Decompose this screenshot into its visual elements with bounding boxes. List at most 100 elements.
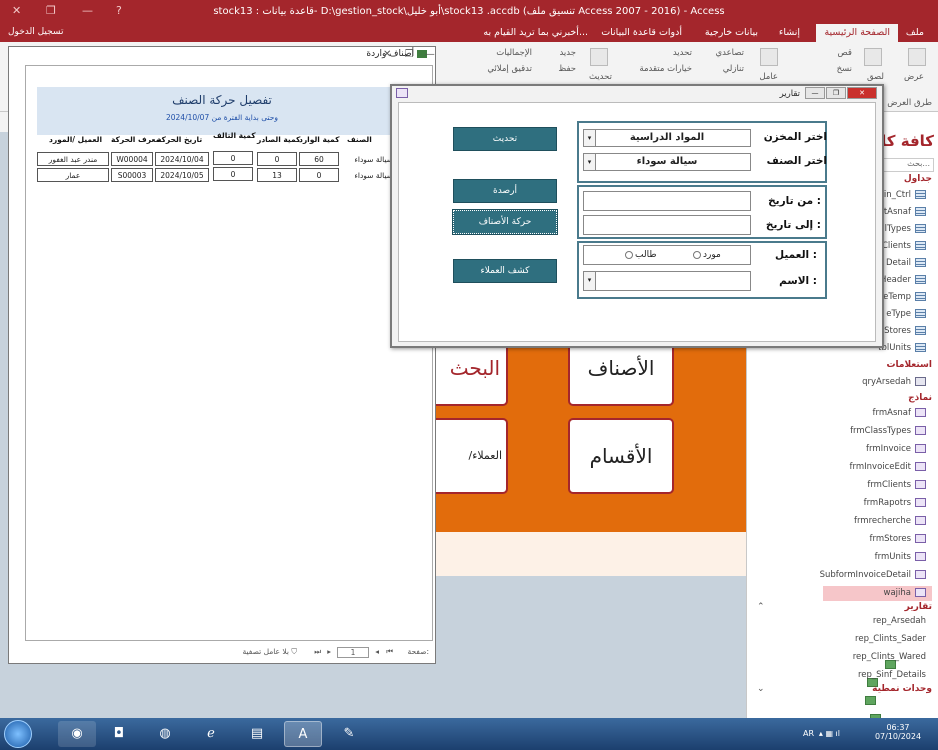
expand-chevron-icon[interactable]: ⌄ (757, 684, 765, 694)
clients-statement-button[interactable]: كشف العملاء (453, 259, 557, 283)
advanced-button[interactable]: خيارات متقدمة (639, 64, 692, 74)
nav-form-item[interactable]: SubformInvoiceDetail (820, 568, 926, 583)
refresh-icon[interactable] (590, 48, 608, 66)
nav-table-item[interactable]: eType (886, 307, 926, 322)
signin-link[interactable]: تسجيل الدخول (8, 27, 63, 37)
refresh-all-button[interactable]: تحديث (589, 72, 612, 82)
next-page-icon[interactable]: ▸ (327, 647, 331, 656)
chevron-down-icon[interactable]: ▾ (584, 130, 596, 146)
nav-form-item[interactable]: frmInvoiceEdit (850, 460, 926, 475)
language-indicator[interactable]: AR (803, 729, 814, 738)
nav-report-item[interactable]: rep_Clints_Sader (855, 632, 926, 687)
minimize-window-icon[interactable]: — (425, 49, 435, 60)
access-icon[interactable]: A (284, 721, 322, 747)
tab-external-data[interactable]: بيانات خارجية (705, 27, 758, 38)
chevron-down-icon[interactable]: ▾ (584, 154, 596, 170)
chrome-icon[interactable]: ◉ (58, 721, 96, 747)
close-window-icon[interactable]: ✕ (847, 87, 877, 99)
tab-database-tools[interactable]: أدوات قاعدة البيانات (601, 27, 682, 38)
nav-report-item[interactable]: rep_Sinf_Details (858, 668, 926, 723)
nav-form-item[interactable]: frmStores (869, 532, 926, 547)
items-movement-button[interactable]: حركة الأصناف (452, 209, 558, 235)
view-button[interactable]: عرض (904, 72, 924, 82)
nav-table-item[interactable]: tblUnits (878, 341, 926, 356)
nav-query-item[interactable]: qryArsedah (862, 375, 926, 390)
nav-table-item[interactable]: Detail (886, 256, 926, 271)
paint-icon[interactable]: ✎ (330, 721, 368, 747)
tell-me-search[interactable]: أخبرني بما تريد القيام به... (483, 27, 588, 38)
close-window-icon[interactable]: ✕ (383, 49, 391, 60)
nav-form-item[interactable]: frmInvoice (866, 442, 926, 457)
nav-section-tables[interactable]: جداول (904, 174, 932, 184)
item-select[interactable]: ▾ سيالة سوداء (583, 153, 751, 171)
nav-pane-header[interactable]: كافة كا (881, 132, 934, 150)
minimize-window-icon[interactable]: — (805, 87, 825, 99)
supplier-radio[interactable]: مورد (693, 250, 721, 260)
nav-table-item[interactable]: in_Ctrl (884, 188, 926, 203)
tab-home[interactable]: الصفحة الرئيسية (816, 24, 898, 42)
nav-form-item[interactable]: frmRapotrs (864, 496, 926, 511)
prev-page-icon[interactable]: ◂ (375, 647, 379, 656)
collapse-chevron-icon[interactable]: ⌃ (757, 602, 765, 612)
selection-button[interactable]: تحديد (673, 48, 692, 58)
nav-form-item[interactable]: frmUnits (875, 550, 926, 565)
nav-section-queries[interactable]: استعلامات (886, 360, 932, 370)
nav-report-item[interactable]: rep_Clints_Wared (853, 650, 926, 705)
nav-table-item[interactable]: Stores (884, 324, 926, 339)
totals-button[interactable]: الإجماليات (496, 48, 532, 58)
nav-report-item[interactable]: rep_Arsedah (873, 614, 926, 669)
nav-form-item[interactable]: frmrecherche (854, 514, 926, 529)
cut-button[interactable]: قص (838, 48, 852, 58)
nav-table-item[interactable]: eTemp (883, 290, 926, 305)
sort-descending-button[interactable]: تنازلي (723, 64, 744, 74)
save-record-button[interactable]: حفظ (558, 64, 576, 74)
start-button[interactable] (4, 720, 32, 748)
balances-button[interactable]: أرصدة (453, 179, 557, 203)
filter-button[interactable]: عامل (759, 72, 778, 82)
explorer-icon[interactable]: ▤ (238, 721, 276, 747)
nav-section-forms[interactable]: نماذج (908, 393, 932, 403)
restore-window-icon[interactable]: ❐ (405, 49, 414, 60)
view-icon[interactable] (908, 48, 926, 66)
firefox-icon[interactable]: ◍ (146, 721, 184, 747)
tab-file[interactable]: ملف (906, 27, 924, 38)
last-page-icon[interactable]: ⏮ (386, 647, 393, 657)
student-radio[interactable]: طالب (625, 250, 657, 260)
restore-window-icon[interactable]: ❐ (826, 87, 846, 99)
nav-table-item[interactable]: Clients (882, 239, 926, 254)
new-record-button[interactable]: جديد (559, 48, 576, 58)
spelling-button[interactable]: تدقيق إملائي (487, 64, 532, 74)
nav-form-item[interactable]: frmAsnaf (873, 406, 926, 421)
name-select[interactable]: ▾ (583, 271, 751, 291)
nav-form-item-selected[interactable]: wajiha (823, 586, 932, 601)
nav-form-item[interactable]: frmClassTypes (850, 424, 926, 439)
paste-button[interactable]: لصق (867, 72, 884, 82)
filter-icon[interactable] (760, 48, 778, 66)
tab-create[interactable]: إنشاء (779, 27, 800, 38)
nav-table-item[interactable]: tAsnaf (884, 205, 926, 220)
first-page-icon[interactable]: ⏭ (314, 647, 321, 657)
copy-button[interactable]: نسخ (837, 64, 852, 74)
filter-status[interactable]: بلا عامل تصفية ⛉ (243, 647, 297, 657)
store-select[interactable]: ▾ المواد الدراسية (583, 129, 751, 147)
nav-section-modules[interactable]: وحدات نمطية (872, 684, 932, 694)
nav-table-item[interactable]: Header (880, 273, 926, 288)
tray-clock[interactable]: 06:37 07/10/2024 (868, 723, 928, 741)
sort-ascending-button[interactable]: تصاعدي (715, 48, 744, 58)
ie-icon[interactable]: ℯ (192, 721, 230, 747)
nav-table-item[interactable]: lTypes (885, 222, 926, 237)
sections-button[interactable]: الأقسام (568, 418, 674, 494)
dialog-controls: — ❐ ✕ (804, 87, 878, 101)
nav-section-reports[interactable]: تقارير (905, 602, 932, 612)
from-date-input[interactable] (583, 191, 751, 211)
report-window: أصناف واردة ✕ ❐ — تفصيل حركة الصنف 2024/… (8, 46, 436, 664)
to-date-input[interactable] (583, 215, 751, 235)
refresh-button[interactable]: تحديث (453, 127, 557, 151)
outlook-icon[interactable]: ◘ (100, 721, 138, 747)
tray-network-icon[interactable]: ▴ ▦ ıl (819, 729, 840, 738)
paste-icon[interactable] (864, 48, 882, 66)
clients-suppliers-button[interactable]: العملاء/الموردين (430, 418, 508, 494)
page-number-input[interactable]: 1 (337, 647, 369, 658)
chevron-down-icon[interactable]: ▾ (584, 272, 596, 290)
nav-form-item[interactable]: frmClients (867, 478, 926, 493)
